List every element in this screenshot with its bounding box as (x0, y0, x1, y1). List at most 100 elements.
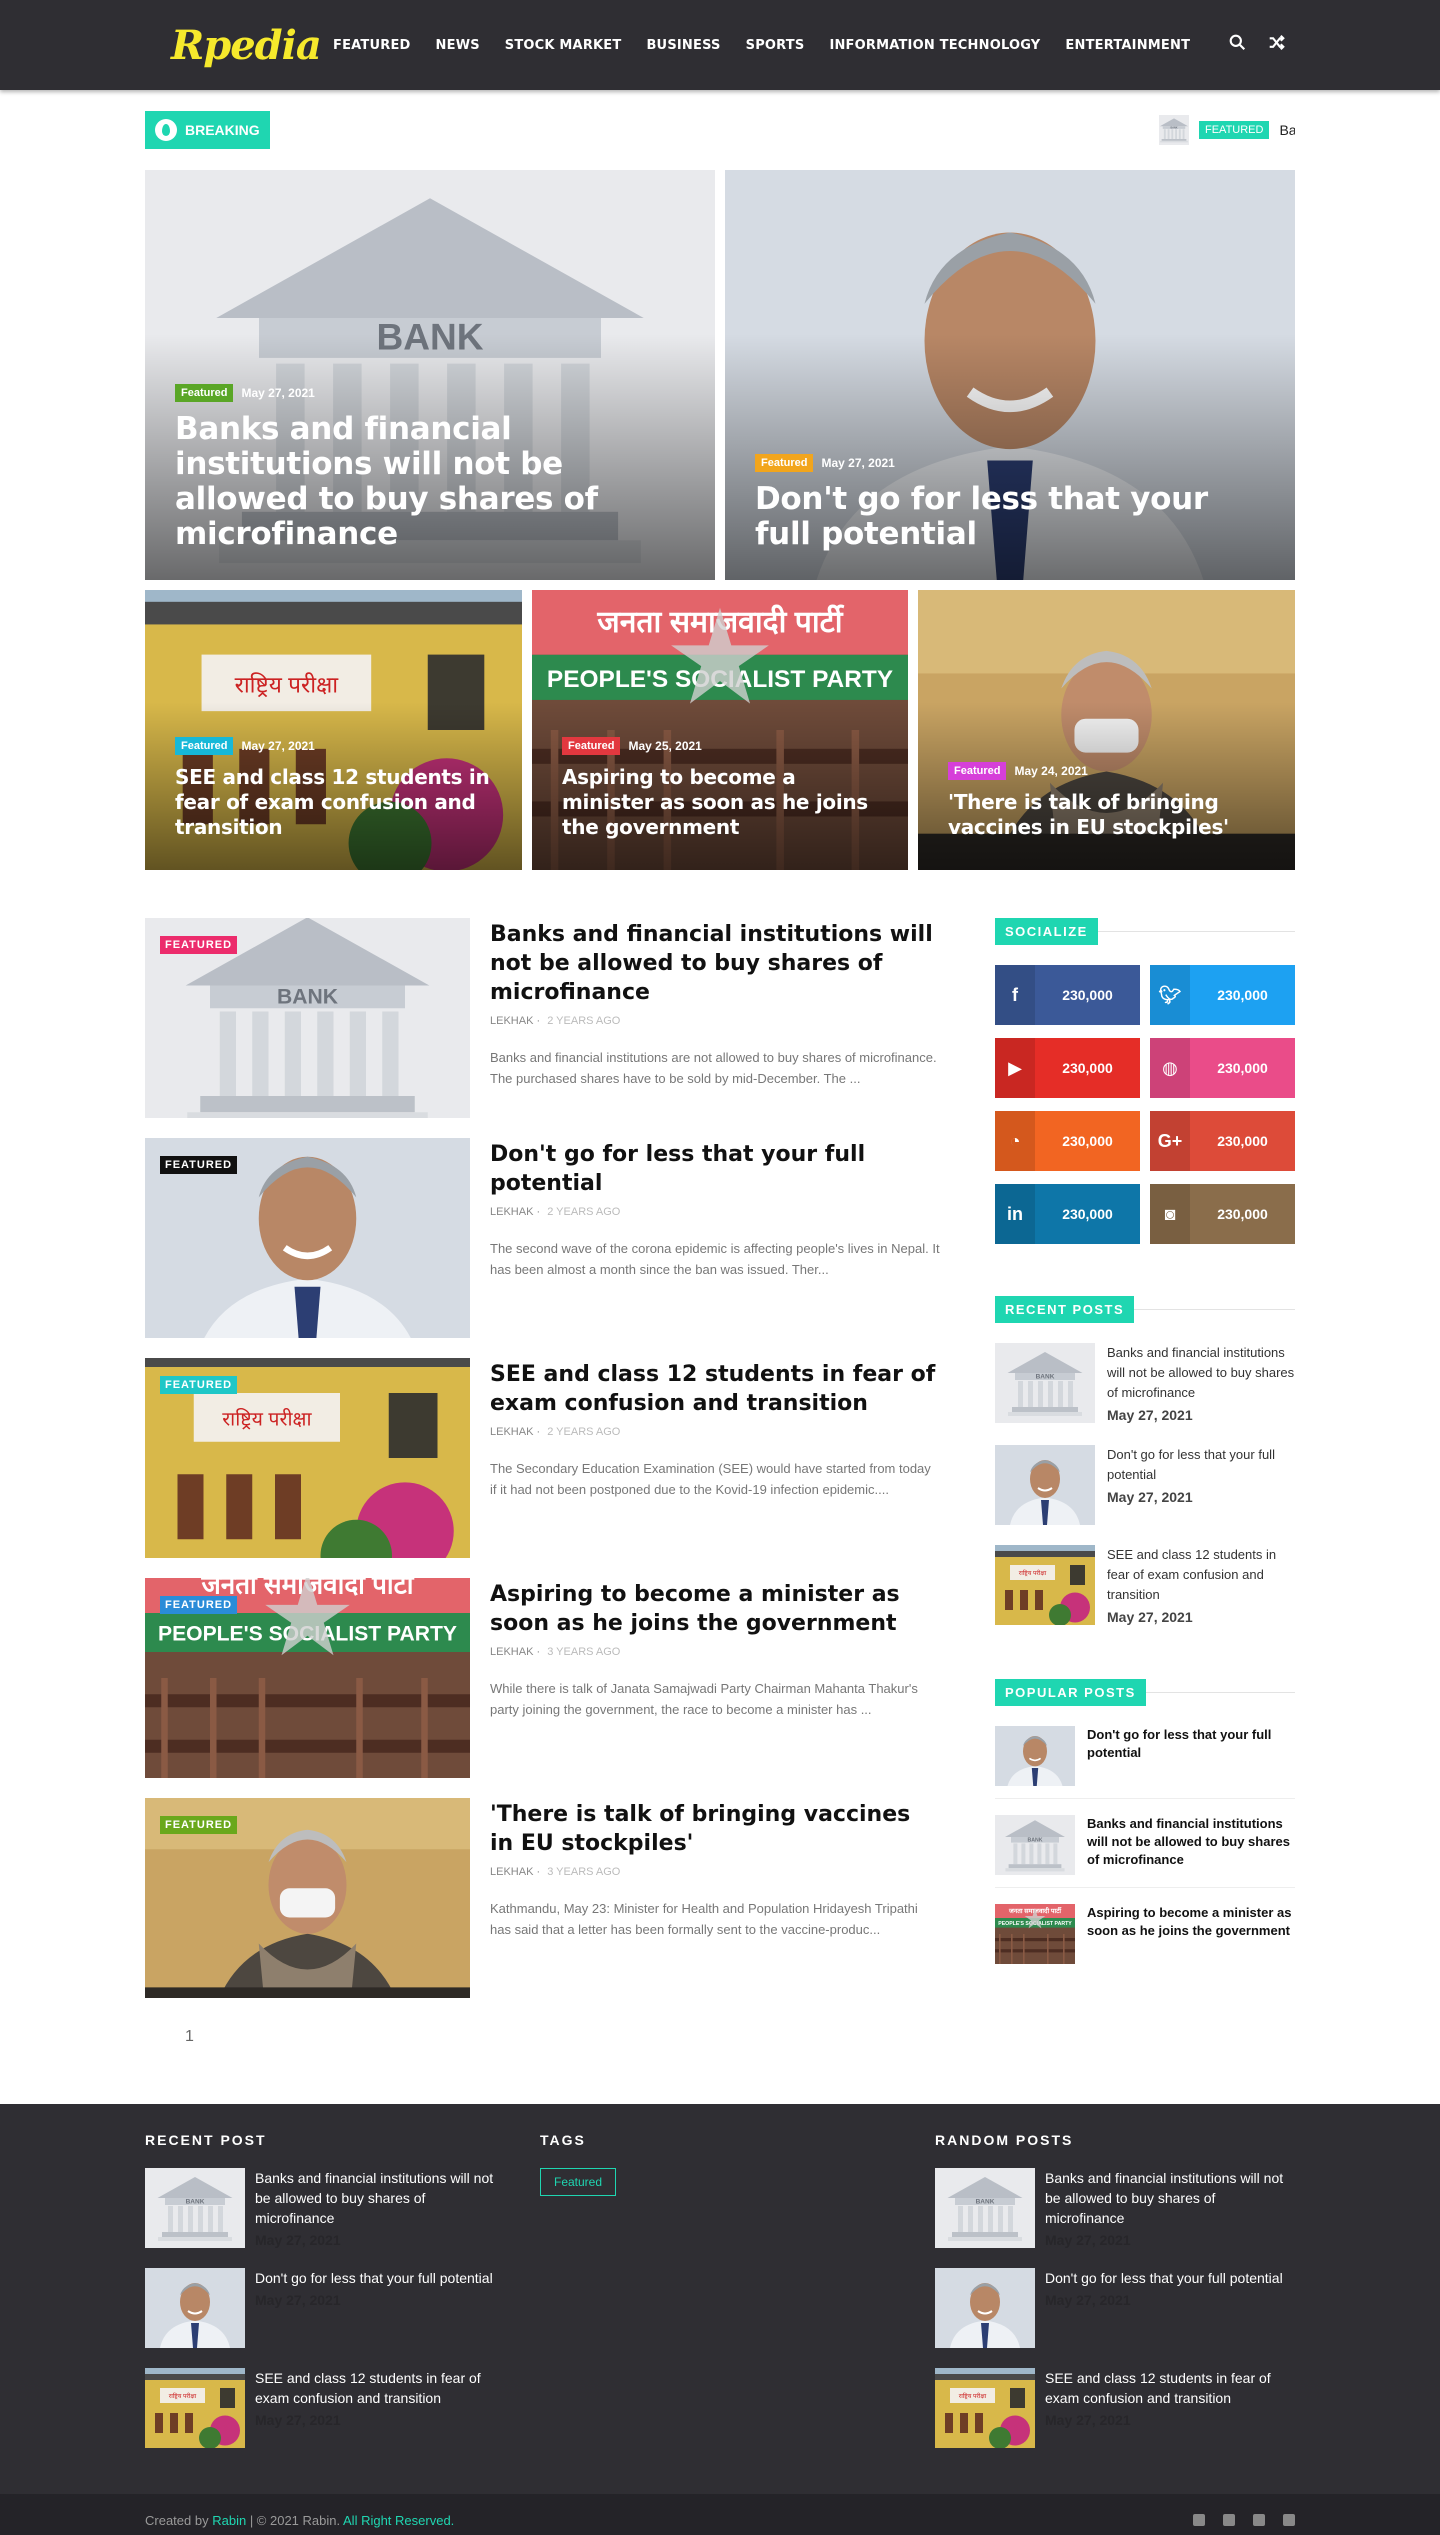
socialize-heading: SOCIALIZE (995, 918, 1295, 945)
post-title[interactable]: 'There is talk of bringing vaccines in E… (490, 1800, 940, 1858)
recent-post-title[interactable]: Don't go for less that your full potenti… (1107, 1445, 1295, 1485)
hero-card[interactable]: Featured May 25, 2021 Aspiring to become … (532, 590, 908, 870)
recent-post-title[interactable]: SEE and class 12 students in fear of exa… (1107, 1545, 1295, 1605)
nav-entertainment[interactable]: ENTERTAINMENT (1065, 38, 1190, 53)
facebook-counter[interactable]: f 230,000 (995, 965, 1140, 1025)
hero-card[interactable]: Featured May 27, 2021 Banks and financial… (145, 170, 715, 580)
twitter-icon[interactable] (1223, 2514, 1235, 2526)
post-author[interactable]: LEKHAK (490, 1426, 533, 1438)
post-author[interactable]: LEKHAK (490, 1866, 533, 1878)
hero-badge[interactable]: Featured (175, 737, 234, 755)
post-badge[interactable]: FEATURED (160, 1816, 238, 1834)
post-item: FEATURED 'There is talk of bringing vacc… (145, 1798, 940, 1998)
post-author[interactable]: LEKHAK (490, 1206, 533, 1218)
facebook-icon[interactable] (1193, 2514, 1205, 2526)
recent-post-item[interactable]: SEE and class 12 students in fear of exa… (995, 1545, 1295, 1627)
shuffle-icon[interactable] (1268, 34, 1285, 56)
post-title[interactable]: Aspiring to become a minister as soon as… (490, 1580, 940, 1638)
recent-post-item[interactable]: Don't go for less that your full potenti… (995, 1445, 1295, 1525)
hero-badge[interactable]: Featured (755, 454, 814, 472)
hero-title[interactable]: SEE and class 12 students in fear of exa… (175, 765, 492, 840)
hero-title[interactable]: 'There is talk of bringing vaccines in E… (948, 790, 1265, 840)
footer-post-title[interactable]: SEE and class 12 students in fear of exa… (255, 2368, 495, 2408)
tag-featured[interactable]: Featured (540, 2168, 617, 2196)
dribbble-icon: ◍ (1150, 1038, 1190, 1098)
rights-link[interactable]: All Right Reserved. (343, 2513, 454, 2528)
footer-post-item[interactable]: SEE and class 12 students in fear of exa… (935, 2368, 1295, 2448)
popular-post-item[interactable]: Banks and financial institutions will no… (995, 1815, 1295, 1888)
instagram-counter[interactable]: ◙ 230,000 (1150, 1184, 1295, 1244)
twitter-counter[interactable]: 🐦︎ 230,000 (1150, 965, 1295, 1025)
footer-post-date: May 27, 2021 (1045, 2292, 1131, 2308)
post-title[interactable]: SEE and class 12 students in fear of exa… (490, 1360, 940, 1418)
post-thumbnail[interactable]: FEATURED (145, 918, 470, 1118)
post-badge[interactable]: FEATURED (160, 1596, 238, 1614)
ticker-text[interactable]: Banks and financial institutions will no… (1279, 122, 1295, 138)
youtube-counter[interactable]: ▶ 230,000 (995, 1038, 1140, 1098)
hero-card[interactable]: Featured May 24, 2021 'There is talk of b… (918, 590, 1295, 870)
post-thumbnail[interactable]: FEATURED (145, 1578, 470, 1778)
footer-post-item[interactable]: SEE and class 12 students in fear of exa… (145, 2368, 540, 2448)
post-title[interactable]: Banks and financial institutions will no… (490, 920, 940, 1007)
footer-post-title[interactable]: Don't go for less that your full potenti… (1045, 2268, 1285, 2288)
nav-information-technology[interactable]: INFORMATION TECHNOLOGY (829, 38, 1040, 53)
popular-post-item[interactable]: Don't go for less that your full potenti… (995, 1726, 1295, 1799)
hero-card[interactable]: Featured May 27, 2021 SEE and class 12 st… (145, 590, 522, 870)
footer-post-date: May 27, 2021 (1045, 2232, 1131, 2248)
googleplus-counter[interactable]: G+ 230,000 (1150, 1111, 1295, 1171)
nav-business[interactable]: BUSINESS (646, 38, 720, 53)
flame-icon (155, 119, 177, 141)
post-badge[interactable]: FEATURED (160, 1156, 238, 1174)
linkedin-counter[interactable]: in 230,000 (995, 1184, 1140, 1244)
footer-post-item[interactable]: Don't go for less that your full potenti… (935, 2268, 1295, 2348)
hero-title[interactable]: Don't go for less that your full potenti… (755, 482, 1265, 552)
footer-post-item[interactable]: Banks and financial institutions will no… (145, 2168, 540, 2248)
post-thumbnail[interactable]: FEATURED (145, 1358, 470, 1558)
hero-title[interactable]: Aspiring to become a minister as soon as… (562, 765, 878, 840)
rss-counter[interactable]: ◔ 230,000 (995, 1111, 1140, 1171)
nav-news[interactable]: NEWS (436, 38, 480, 53)
search-icon[interactable] (1229, 34, 1246, 56)
post-badge[interactable]: FEATURED (160, 936, 238, 954)
popular-post-title[interactable]: Aspiring to become a minister as soon as… (1075, 1904, 1295, 1964)
footer-post-item[interactable]: Banks and financial institutions will no… (935, 2168, 1295, 2248)
post-author[interactable]: LEKHAK (490, 1015, 533, 1027)
footer-recent-posts: RECENT POST Banks and financial institut… (145, 2132, 540, 2468)
post-badge[interactable]: FEATURED (160, 1376, 238, 1394)
post-thumbnail[interactable]: FEATURED (145, 1798, 470, 1998)
hero-card[interactable]: Featured May 27, 2021 Don't go for less t… (725, 170, 1295, 580)
nav-stock-market[interactable]: STOCK MARKET (505, 38, 622, 53)
youtube-icon[interactable] (1283, 2514, 1295, 2526)
hero-badge[interactable]: Featured (175, 384, 234, 402)
pagination-page[interactable]: 1 (145, 2018, 940, 2046)
youtube-icon: ▶ (995, 1038, 1035, 1098)
author-link[interactable]: Rabin (212, 2513, 246, 2528)
footer-post-title[interactable]: Don't go for less that your full potenti… (255, 2268, 495, 2288)
post-thumbnail[interactable]: FEATURED (145, 1138, 470, 1338)
post-author[interactable]: LEKHAK (490, 1646, 533, 1658)
recent-post-item[interactable]: Banks and financial institutions will no… (995, 1343, 1295, 1425)
footer-post-title[interactable]: Banks and financial institutions will no… (1045, 2168, 1285, 2228)
nav-featured[interactable]: FEATURED (333, 38, 411, 53)
popular-post-title[interactable]: Banks and financial institutions will no… (1075, 1815, 1295, 1875)
footer-recent-heading: RECENT POST (145, 2132, 267, 2148)
breaking-ticker[interactable]: FEATURED Banks and financial institution… (1159, 115, 1295, 145)
nav-sports[interactable]: SPORTS (746, 38, 805, 53)
footer-random-heading: RANDOM POSTS (935, 2132, 1074, 2148)
footer-post-item[interactable]: Don't go for less that your full potenti… (145, 2268, 540, 2348)
recent-posts-heading: RECENT POSTS (995, 1296, 1295, 1323)
dribbble-counter[interactable]: ◍ 230,000 (1150, 1038, 1295, 1098)
footer-post-date: May 27, 2021 (255, 2412, 341, 2428)
recent-post-title[interactable]: Banks and financial institutions will no… (1107, 1343, 1295, 1403)
popular-post-title[interactable]: Don't go for less that your full potenti… (1075, 1726, 1295, 1786)
hero-badge[interactable]: Featured (562, 737, 621, 755)
hero-badge[interactable]: Featured (948, 762, 1007, 780)
hero-title[interactable]: Banks and financial institutions will no… (175, 412, 685, 552)
site-logo[interactable]: Rpedia (145, 22, 333, 69)
post-time: 3 YEARS AGO (547, 1646, 621, 1658)
instagram-icon[interactable] (1253, 2514, 1265, 2526)
footer-post-title[interactable]: SEE and class 12 students in fear of exa… (1045, 2368, 1285, 2408)
post-title[interactable]: Don't go for less that your full potenti… (490, 1140, 940, 1198)
popular-post-item[interactable]: Aspiring to become a minister as soon as… (995, 1904, 1295, 1976)
footer-post-title[interactable]: Banks and financial institutions will no… (255, 2168, 495, 2228)
